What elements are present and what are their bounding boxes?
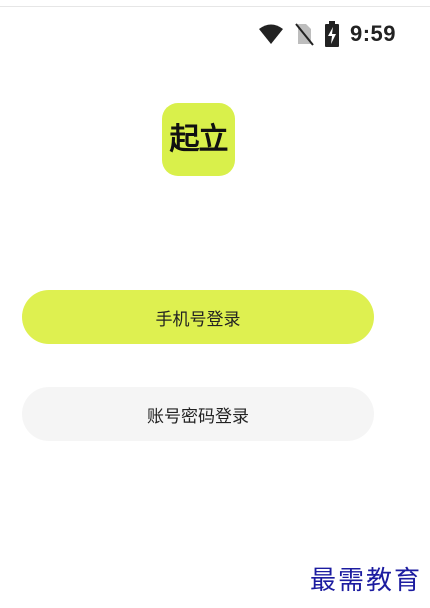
- app-logo-text: 起立: [169, 121, 229, 157]
- status-time: 9:59: [349, 21, 396, 46]
- no-sim-icon: [294, 22, 314, 46]
- app-logo: 起立: [162, 103, 235, 176]
- phone-login-button[interactable]: 手机号登录: [22, 290, 374, 344]
- wifi-icon: [258, 23, 284, 45]
- battery-charging-icon: [324, 21, 340, 47]
- watermark-text: 最需教育: [309, 566, 422, 596]
- account-password-login-button[interactable]: 账号密码登录: [22, 387, 374, 441]
- top-divider: [0, 6, 430, 7]
- status-bar: 9:59: [258, 18, 396, 50]
